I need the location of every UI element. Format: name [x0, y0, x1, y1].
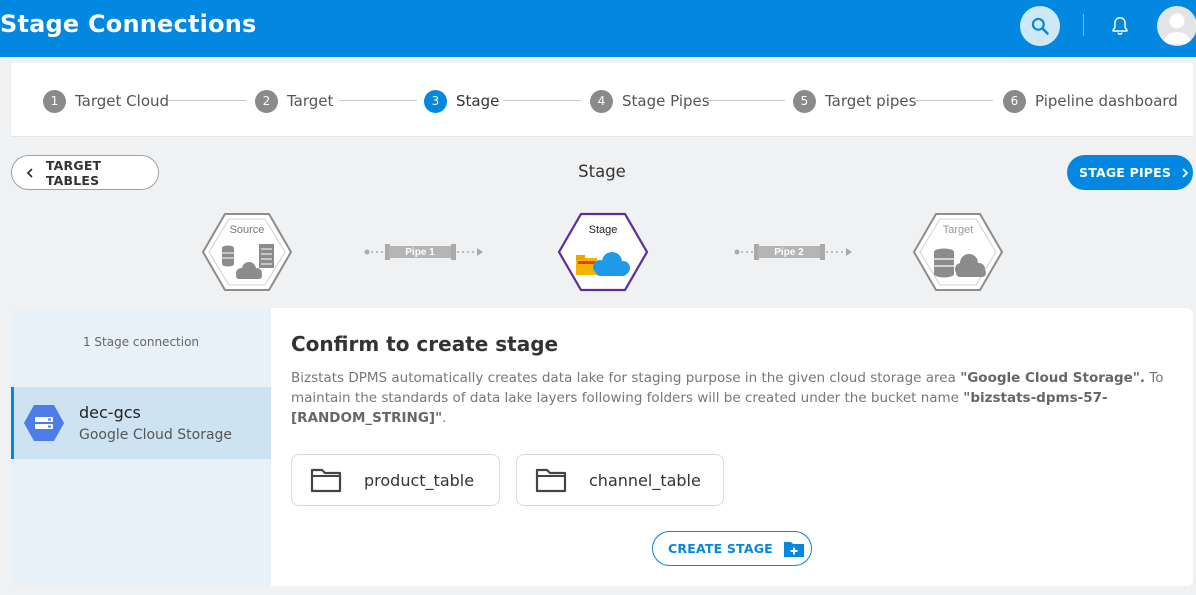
step-label: Target pipes [825, 92, 917, 110]
user-avatar-icon [1162, 13, 1192, 44]
stage-node-label: Stage [589, 224, 618, 236]
search-icon [1031, 17, 1049, 35]
notifications-button[interactable] [1106, 12, 1134, 40]
search-button[interactable] [1020, 6, 1060, 46]
connection-type: Google Cloud Storage [79, 427, 233, 443]
step-target[interactable]: 2 Target [255, 89, 333, 113]
database-icon [934, 248, 954, 278]
chevron-right-icon [1182, 167, 1189, 178]
source-label: Source [230, 224, 265, 236]
step-connector [339, 100, 417, 101]
confirm-stage-panel: Confirm to create stage Bizstats DPMS au… [271, 308, 1193, 586]
step-connector [915, 100, 993, 101]
stage-description: Bizstats DPMS automatically creates data… [291, 368, 1171, 428]
step-label: Target Cloud [75, 92, 170, 110]
folder-name: product_table [364, 470, 475, 490]
folder-name: channel_table [589, 470, 701, 490]
folder-card-channel-table[interactable]: channel_table [516, 454, 724, 506]
step-label: Stage Pipes [622, 92, 710, 110]
step-label: Pipeline dashboard [1035, 92, 1178, 110]
description-storage-name: "Google Cloud Storage". [960, 370, 1145, 386]
connection-item-dec-gcs[interactable]: dec-gcs Google Cloud Storage [11, 387, 271, 459]
create-stage-label: CREATE STAGE [668, 541, 773, 556]
step-number: 5 [793, 89, 816, 113]
next-button-label: STAGE PIPES [1079, 165, 1172, 180]
step-label: Target [287, 92, 334, 110]
step-number: 1 [43, 89, 66, 113]
step-target-cloud[interactable]: 1 Target Cloud [43, 89, 169, 113]
pipe-1-label: Pipe 1 [405, 247, 435, 258]
stage-connections-list: 1 Stage connection dec-gcs Google Cloud … [11, 308, 271, 586]
connection-count: 1 Stage connection [82, 335, 200, 349]
google-cloud-storage-icon [24, 405, 64, 441]
database-icon [222, 245, 234, 267]
source-node: Source [201, 213, 293, 291]
connection-name: dec-gcs [79, 403, 141, 422]
app-title: Stage Connections [0, 10, 257, 38]
step-number: 4 [590, 89, 613, 113]
confirm-title: Confirm to create stage [291, 332, 559, 356]
step-connector [707, 100, 785, 101]
bell-icon [1112, 17, 1128, 35]
pipe-2-label: Pipe 2 [774, 247, 804, 258]
pipe-2: Pipe 2 [734, 244, 852, 260]
target-node-label: Target [943, 224, 974, 236]
step-target-pipes[interactable]: 5 Target pipes [793, 89, 916, 113]
pipeline-flow-diagram: Source Pipe 1 Stage Pipe 2 Target [201, 212, 1004, 292]
create-stage-button[interactable]: CREATE STAGE [652, 531, 812, 566]
folder-card-product-table[interactable]: product_table [291, 454, 500, 506]
step-number: 2 [255, 89, 278, 113]
description-text: . [442, 410, 447, 426]
user-avatar[interactable] [1157, 6, 1196, 46]
step-connector [168, 100, 246, 101]
create-new-folder-icon [783, 541, 804, 557]
step-pipeline-dashboard[interactable]: 6 Pipeline dashboard [1003, 89, 1178, 113]
step-stage[interactable]: 3 Stage [424, 89, 499, 113]
folder-outline-icon [535, 468, 567, 493]
next-stage-pipes-button[interactable]: STAGE PIPES [1067, 155, 1193, 190]
top-app-bar: Stage Connections [0, 0, 1196, 57]
back-target-tables-button[interactable]: TARGET TABLES [11, 155, 159, 190]
step-connector [503, 100, 581, 101]
step-number: 6 [1003, 89, 1026, 113]
pipe-1: Pipe 1 [364, 244, 483, 260]
chevron-left-icon [26, 167, 33, 178]
server-icon [259, 244, 274, 268]
back-button-label: TARGET TABLES [45, 157, 102, 188]
step-number: 3 [424, 89, 447, 113]
step-label: Stage [456, 92, 500, 110]
folder-outline-icon [310, 468, 342, 493]
step-stage-pipes[interactable]: 4 Stage Pipes [590, 89, 710, 113]
page-heading: Stage [578, 162, 626, 181]
progress-stepper: 1 Target Cloud 2 Target 3 Stage 4 Stage … [11, 63, 1193, 137]
stage-node: Stage [557, 212, 649, 292]
topbar-divider [1083, 14, 1084, 36]
description-text: Bizstats DPMS automatically creates data… [291, 370, 961, 386]
target-node: Target [912, 213, 1004, 291]
